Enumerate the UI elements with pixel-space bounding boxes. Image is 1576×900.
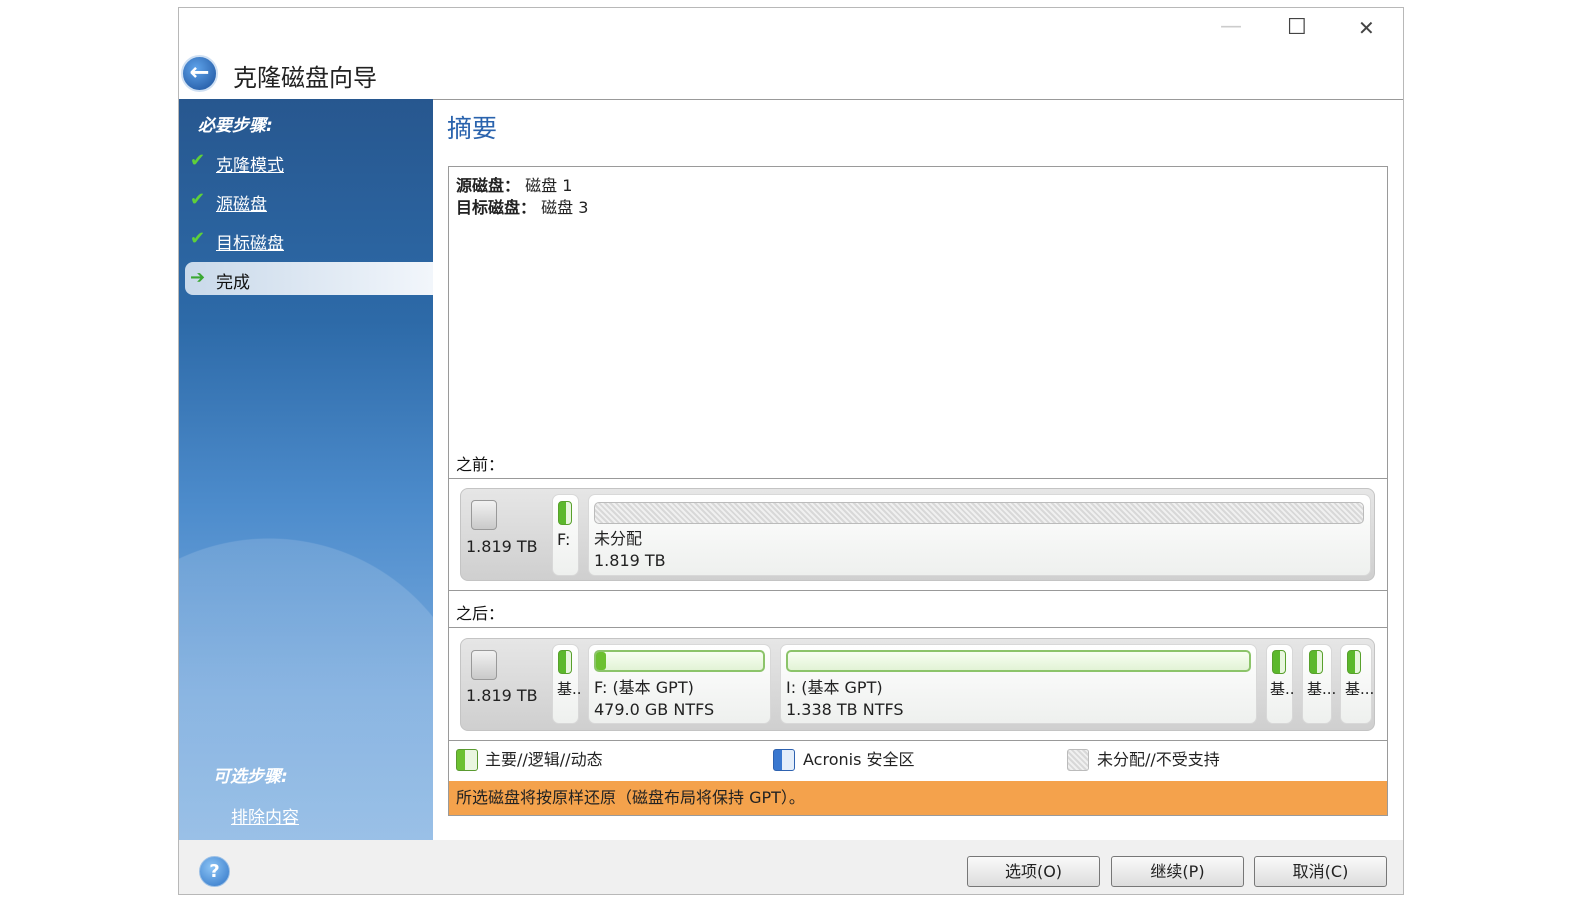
cancel-button[interactable]: 取消(C)	[1254, 856, 1387, 887]
partition-green-icon	[1309, 650, 1323, 674]
hard-disk-icon	[471, 650, 497, 680]
partition-f-name: F: (基本 GPT)	[594, 678, 694, 697]
notice-text: 所选磁盘将按原样还原（磁盘布局将保持 GPT）。	[456, 788, 805, 807]
back-arrow-icon: ←	[189, 58, 210, 86]
options-button[interactable]: 选项(O)	[967, 856, 1100, 887]
arrow-right-icon: ➔	[190, 267, 206, 288]
partition-f-usage-bar	[594, 650, 765, 672]
unallocated-bar	[594, 502, 1364, 524]
partition-green-icon	[1272, 650, 1286, 674]
sidebar-item-finish[interactable]: 完成	[216, 268, 250, 293]
after-label: 之后：	[456, 604, 505, 623]
page-title: 摘要	[447, 114, 498, 143]
legend-unallocated-label: 未分配//不受支持	[1097, 750, 1220, 769]
partition-i-name: I: (基本 GPT)	[786, 678, 883, 697]
legend-unallocated-swatch	[1067, 749, 1089, 771]
before-label: 之前：	[456, 455, 505, 474]
legend-primary-swatch	[456, 749, 478, 771]
unallocated-name: 未分配	[594, 529, 643, 548]
check-icon: ✔	[190, 150, 206, 171]
hard-disk-icon	[471, 500, 497, 530]
continue-button[interactable]: 继续(P)	[1111, 856, 1244, 887]
check-icon: ✔	[190, 228, 206, 249]
before-partition-f-label: F:	[557, 530, 571, 549]
partition-green-icon	[558, 501, 572, 525]
partition-green-icon	[1347, 650, 1361, 674]
sidebar-item-exclude-items[interactable]: 排除内容	[231, 803, 299, 828]
help-icon[interactable]: ?	[199, 856, 230, 887]
target-disk-value: 磁盘 3	[541, 198, 589, 217]
optional-steps-heading: 可选步骤:	[213, 767, 288, 787]
close-button[interactable]: ✕	[1358, 16, 1375, 40]
sidebar-item-target-disk[interactable]: 目标磁盘	[216, 229, 284, 254]
after-partition-4-label: 基..	[1270, 680, 1295, 698]
minimize-button[interactable]: —	[1220, 14, 1242, 39]
check-icon: ✔	[190, 189, 206, 210]
legend-acronis-swatch	[773, 749, 795, 771]
legend-primary-label: 主要//逻辑//动态	[485, 750, 603, 769]
unallocated-size: 1.819 TB	[594, 551, 666, 570]
required-steps-heading: 必要步骤:	[198, 116, 273, 136]
sidebar-item-clone-mode[interactable]: 克隆模式	[216, 151, 284, 176]
partition-i-usage-bar	[786, 650, 1251, 672]
before-disk-size: 1.819 TB	[466, 537, 538, 556]
partition-green-icon	[558, 650, 572, 674]
source-disk-value: 磁盘 1	[525, 176, 573, 195]
window-title: 克隆磁盘向导	[233, 64, 377, 92]
maximize-button[interactable]: ☐	[1287, 15, 1307, 40]
target-disk-label: 目标磁盘：	[456, 198, 537, 217]
sidebar-item-source-disk[interactable]: 源磁盘	[216, 190, 267, 215]
after-partition-1-label: 基..	[557, 680, 582, 698]
legend-acronis-label: Acronis 安全区	[803, 750, 915, 769]
back-button[interactable]: ←	[181, 55, 218, 92]
partition-i-size: 1.338 TB NTFS	[786, 700, 904, 719]
summary-info: 源磁盘： 磁盘 1 目标磁盘： 磁盘 3	[456, 175, 588, 219]
after-partition-6-label: 基...	[1345, 680, 1375, 698]
source-disk-label: 源磁盘：	[456, 176, 521, 195]
partition-f-size: 479.0 GB NTFS	[594, 700, 715, 719]
after-partition-5-label: 基...	[1307, 680, 1337, 698]
after-disk-size: 1.819 TB	[466, 686, 538, 705]
